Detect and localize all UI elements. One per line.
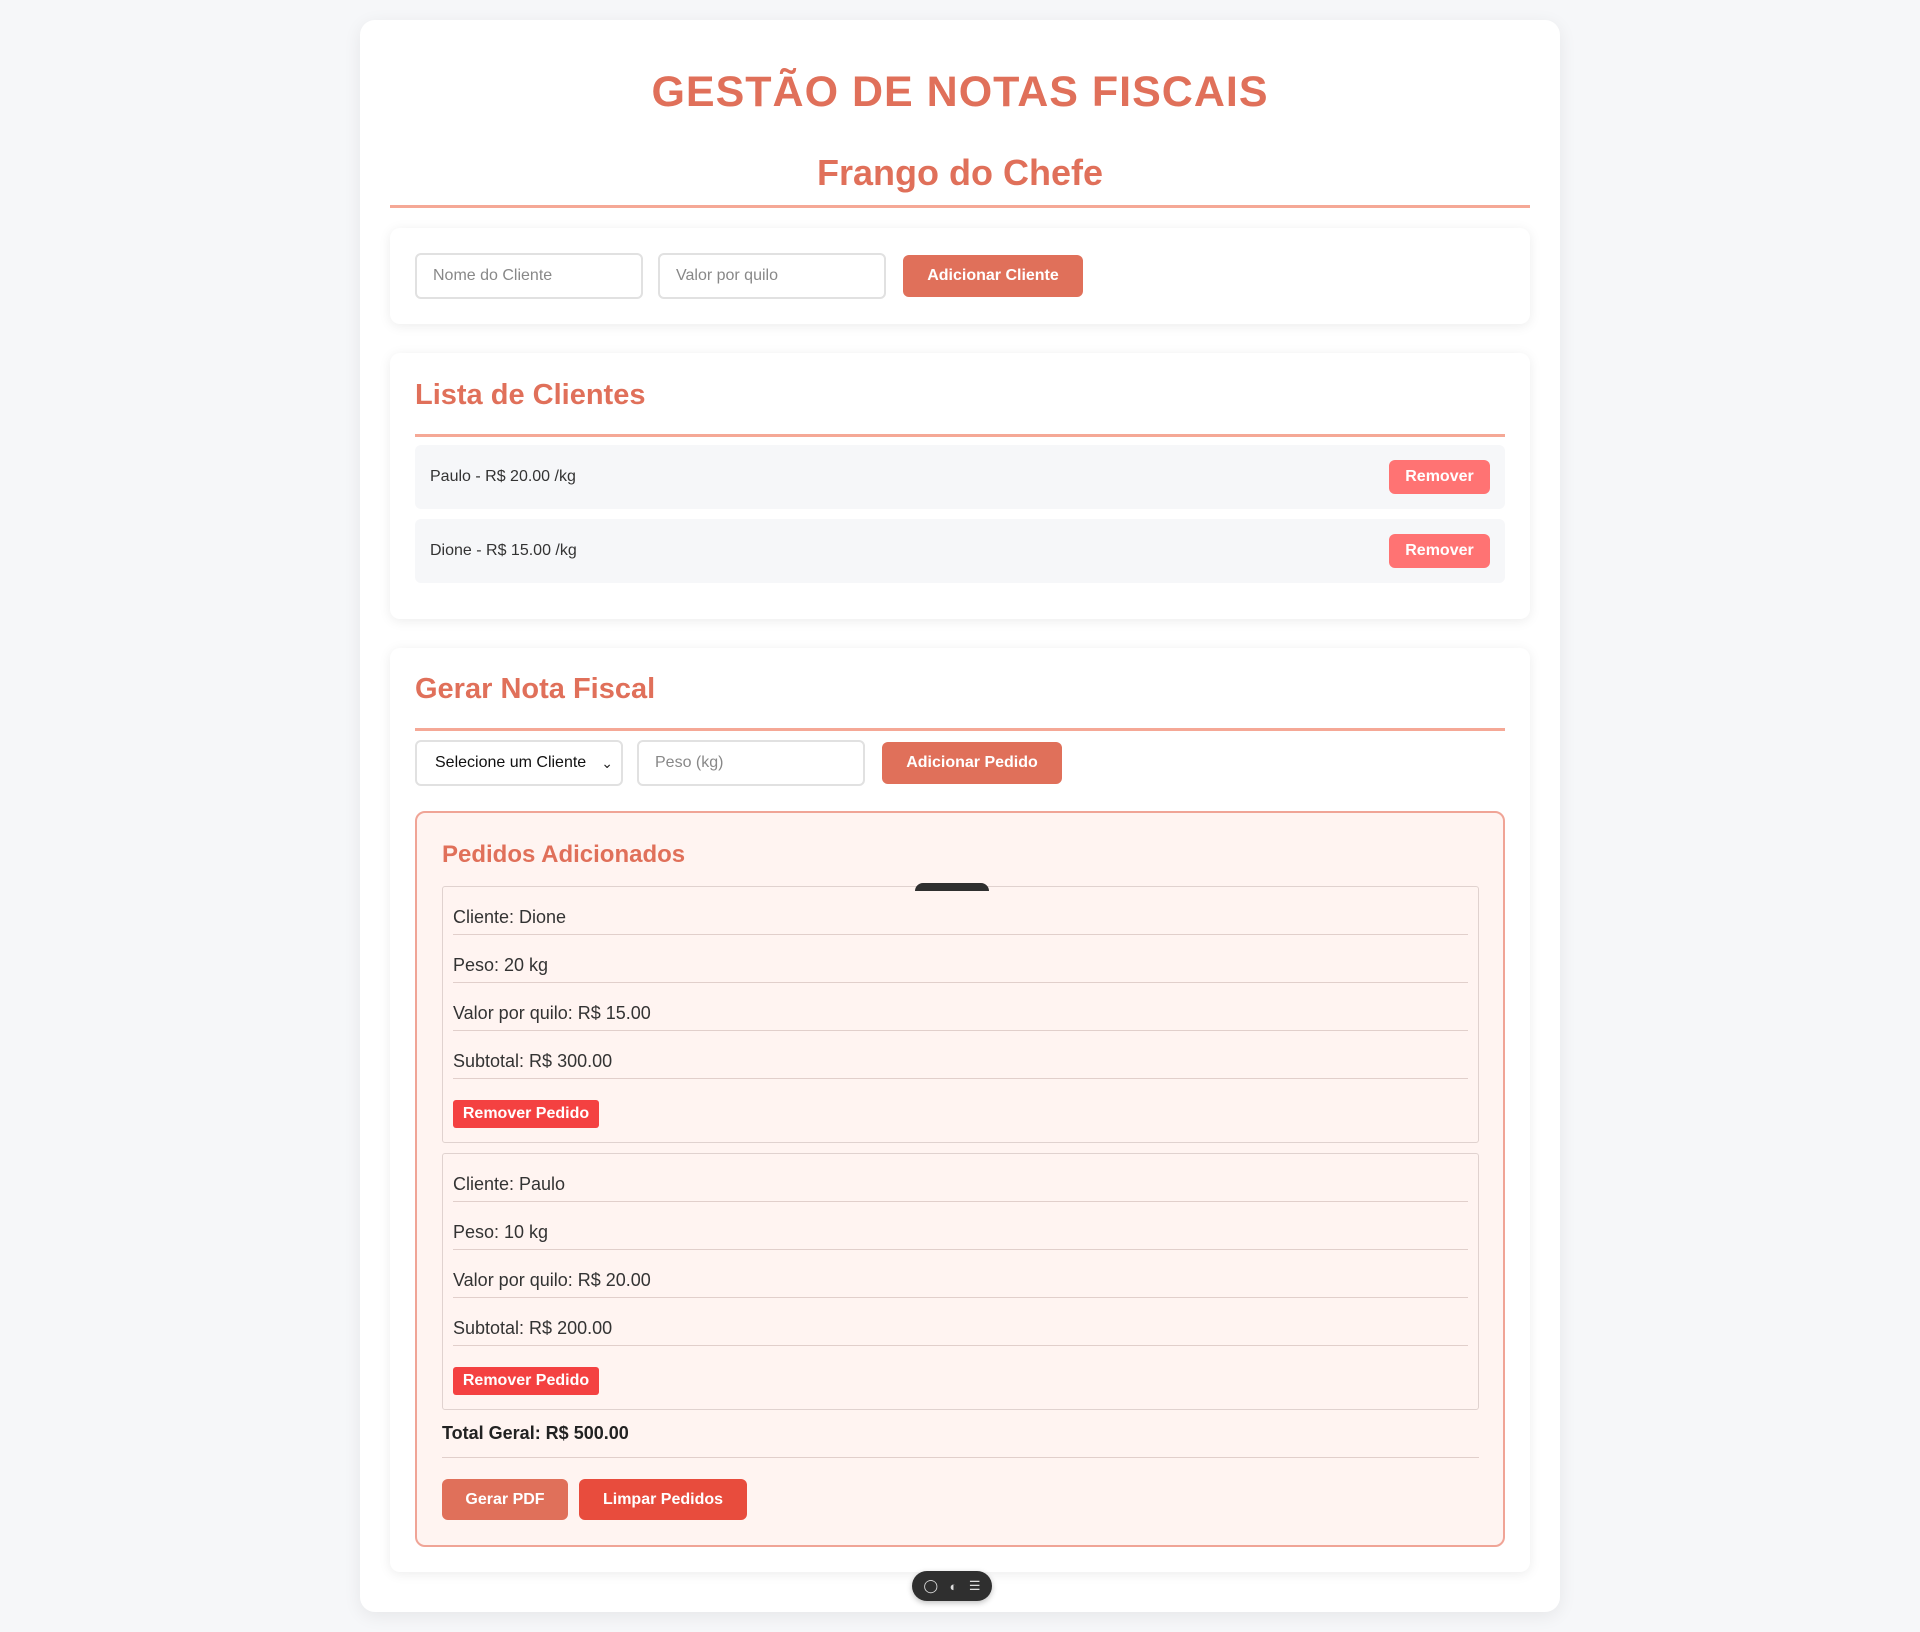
add-client-card: Adicionar Cliente [390,228,1530,324]
order-item: Cliente: Paulo Peso: 10 kg Valor por qui… [442,1153,1479,1410]
chat-icon[interactable]: ◯ [923,1578,938,1594]
order-client: Cliente: Dione [453,887,1468,935]
clear-orders-button[interactable]: Limpar Pedidos [579,1479,747,1520]
toggle-icon[interactable]: ◐ [950,1579,958,1594]
chevron-down-icon: ⌄ [601,755,613,771]
order-subtotal: Subtotal: R$ 200.00 [453,1298,1468,1346]
client-row-label: Paulo - R$ 20.00 /kg [430,468,576,485]
order-weight: Peso: 20 kg [453,935,1468,983]
client-row-label: Dione - R$ 15.00 /kg [430,542,577,559]
add-order-button[interactable]: Adicionar Pedido [882,742,1062,784]
client-list-title: Lista de Clientes [415,379,1505,437]
add-client-button[interactable]: Adicionar Cliente [903,255,1083,297]
remove-client-button[interactable]: Remover [1389,534,1490,568]
client-name-input[interactable] [415,253,643,299]
remove-order-button[interactable]: Remover Pedido [453,1100,599,1128]
client-select-value: Selecione um Cliente [435,754,587,771]
remove-order-button[interactable]: Remover Pedido [453,1367,599,1395]
order-subtotal: Subtotal: R$ 300.00 [453,1031,1468,1079]
order-price: Valor por quilo: R$ 20.00 [453,1250,1468,1298]
client-list-card: Lista de Clientes Paulo - R$ 20.00 /kg R… [390,353,1530,619]
remove-client-button[interactable]: Remover [1389,460,1490,494]
grand-total: Total Geral: R$ 500.00 [442,1423,1479,1458]
drag-handle[interactable] [915,883,989,891]
client-row: Paulo - R$ 20.00 /kg Remover [415,445,1505,509]
invoice-card: Gerar Nota Fiscal Selecione um Cliente ⌄… [390,648,1530,1572]
order-client: Cliente: Paulo [453,1154,1468,1202]
order-item: Cliente: Dione Peso: 20 kg Valor por qui… [442,886,1479,1143]
page-title: GESTÃO DE NOTAS FISCAIS [651,68,1269,116]
price-per-kilo-input[interactable] [658,253,886,299]
company-name: Frango do Chefe [390,152,1530,208]
client-select[interactable]: Selecione um Cliente ⌄ [415,740,623,786]
main-container: GESTÃO DE NOTAS FISCAIS Frango do Chefe … [360,20,1560,1612]
weight-input[interactable] [637,740,865,786]
orders-panel: Pedidos Adicionados Cliente: Dione Peso:… [415,811,1505,1547]
orders-title: Pedidos Adicionados [442,841,686,868]
floating-toolbar: ◯ ◐ ☰ [912,1571,992,1601]
client-row: Dione - R$ 15.00 /kg Remover [415,519,1505,583]
order-price: Valor por quilo: R$ 15.00 [453,983,1468,1031]
order-weight: Peso: 10 kg [453,1202,1468,1250]
invoice-title: Gerar Nota Fiscal [415,673,1505,731]
generate-pdf-button[interactable]: Gerar PDF [442,1479,568,1520]
settings-icon[interactable]: ☰ [969,1578,981,1594]
